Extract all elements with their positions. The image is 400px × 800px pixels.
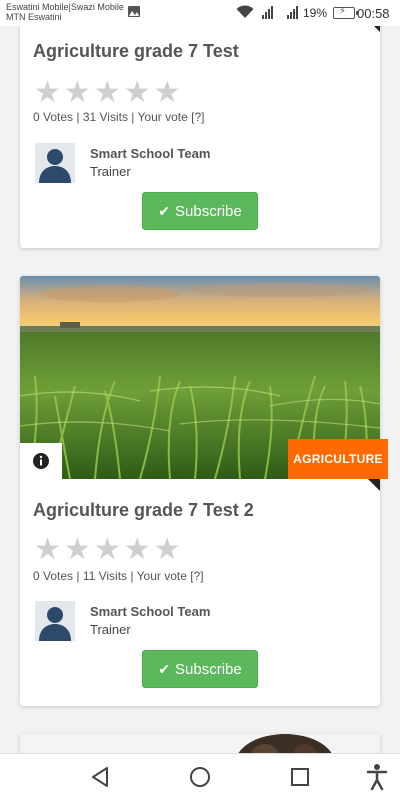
battery-percent: 19% bbox=[303, 6, 328, 20]
rating-stars[interactable]: ★ ★ ★ ★ ★ bbox=[34, 535, 181, 565]
corner-fold bbox=[368, 479, 380, 491]
star-icon[interactable]: ★ bbox=[94, 78, 121, 108]
course-title[interactable]: Agriculture grade 7 Test 2 bbox=[33, 500, 254, 521]
carrier-line-1: Eswatini Mobile|Swazi Mobile bbox=[6, 2, 124, 12]
signal-icon bbox=[262, 6, 273, 19]
wifi-icon bbox=[236, 5, 254, 18]
trainer-role: Trainer bbox=[90, 164, 131, 179]
course-title[interactable]: Agriculture grade 7 Test bbox=[33, 41, 239, 62]
subscribe-label: Subscribe bbox=[175, 660, 242, 678]
trainer-name: Smart School Team bbox=[90, 604, 211, 619]
gallery-icon bbox=[128, 6, 140, 17]
avatar bbox=[35, 143, 75, 183]
carrier-line-2: MTN Eswatini bbox=[6, 12, 62, 22]
rating-stars[interactable]: ★ ★ ★ ★ ★ bbox=[34, 78, 181, 108]
trainer-name: Smart School Team bbox=[90, 146, 211, 161]
home-icon[interactable] bbox=[189, 766, 211, 788]
carrier-label: Eswatini Mobile|Swazi Mobile MTN Eswatin… bbox=[6, 2, 124, 22]
info-icon bbox=[33, 453, 49, 469]
accessibility-icon[interactable] bbox=[366, 763, 388, 791]
subscribe-button[interactable]: ✔ Subscribe bbox=[142, 650, 258, 688]
info-button[interactable] bbox=[20, 443, 62, 479]
star-icon[interactable]: ★ bbox=[124, 78, 151, 108]
check-icon: ✔ bbox=[158, 660, 171, 677]
star-icon[interactable]: ★ bbox=[124, 535, 151, 565]
subscribe-button[interactable]: ✔ Subscribe bbox=[142, 192, 258, 230]
star-icon[interactable]: ★ bbox=[154, 78, 181, 108]
trainer-role: Trainer bbox=[90, 622, 131, 637]
star-icon[interactable]: ★ bbox=[34, 535, 61, 565]
subscribe-label: Subscribe bbox=[175, 202, 242, 220]
star-icon[interactable]: ★ bbox=[64, 535, 91, 565]
star-icon[interactable]: ★ bbox=[34, 78, 61, 108]
navigation-bar bbox=[0, 753, 400, 800]
star-icon[interactable]: ★ bbox=[154, 535, 181, 565]
status-bar: Eswatini Mobile|Swazi Mobile MTN Eswatin… bbox=[0, 0, 400, 26]
battery-icon: ⚡ bbox=[333, 7, 358, 19]
signal-icon bbox=[287, 6, 298, 19]
category-badge[interactable]: AGRICULTURE bbox=[288, 439, 388, 479]
course-stats: 0 Votes | 31 Visits | Your vote [?] bbox=[33, 110, 205, 124]
course-card[interactable]: AGRICULTURE Agriculture grade 7 Test 2 ★… bbox=[20, 276, 388, 706]
star-icon[interactable]: ★ bbox=[64, 78, 91, 108]
clock: 00:58 bbox=[357, 6, 390, 21]
avatar bbox=[35, 601, 75, 641]
user-silhouette-icon bbox=[35, 143, 75, 183]
user-silhouette-icon bbox=[35, 601, 75, 641]
course-stats: 0 Votes | 11 Visits | Your vote [?] bbox=[33, 569, 204, 583]
course-card[interactable]: Agriculture grade 7 Test ★ ★ ★ ★ ★ 0 Vot… bbox=[20, 0, 380, 248]
back-icon[interactable] bbox=[90, 766, 110, 788]
star-icon[interactable]: ★ bbox=[94, 535, 121, 565]
check-icon: ✔ bbox=[158, 202, 171, 219]
recents-icon[interactable] bbox=[290, 766, 310, 788]
course-list-page: Eswatini Mobile|Swazi Mobile MTN Eswatin… bbox=[0, 0, 400, 800]
